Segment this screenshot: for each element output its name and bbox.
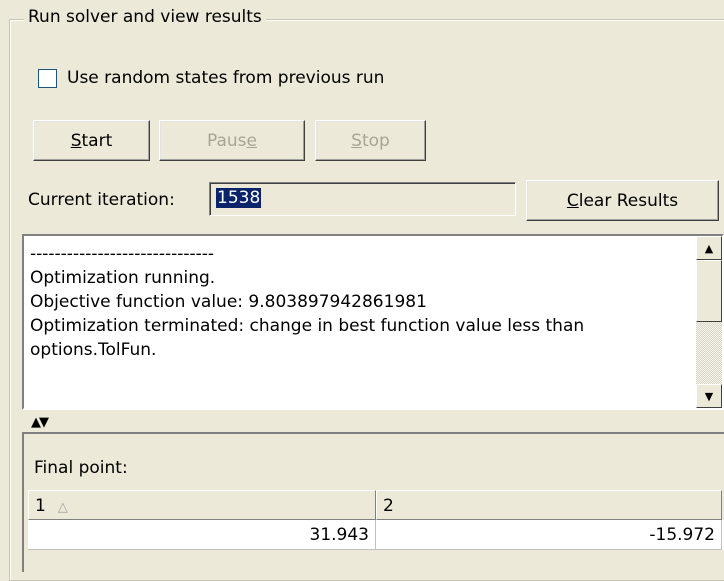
clear-results-button[interactable]: Clear Results bbox=[526, 180, 719, 221]
current-iteration-field[interactable]: 1538 bbox=[209, 182, 516, 216]
output-log[interactable]: ------------------------------ Optimizati… bbox=[22, 234, 724, 410]
current-iteration-value: 1538 bbox=[216, 188, 262, 208]
checkbox-label: Use random states from previous run bbox=[67, 68, 385, 88]
pane-splitter[interactable]: ▲ ▼ bbox=[22, 412, 724, 432]
column-header-1[interactable]: 1 △ bbox=[28, 490, 376, 520]
final-point-table: 1 △ 2 31.943 -15.972 bbox=[28, 490, 724, 550]
stop-button[interactable]: Stop bbox=[315, 120, 426, 161]
splitter-down-icon[interactable]: ▼ bbox=[39, 415, 49, 430]
splitter-up-icon[interactable]: ▲ bbox=[31, 415, 41, 430]
scroll-thumb[interactable] bbox=[696, 260, 722, 322]
scroll-down-icon[interactable]: ▼ bbox=[696, 384, 722, 408]
scroll-up-icon[interactable]: ▲ bbox=[696, 236, 722, 260]
checkbox-box[interactable] bbox=[38, 68, 57, 88]
random-states-checkbox[interactable]: Use random states from previous run bbox=[38, 68, 384, 88]
start-button[interactable]: Start bbox=[33, 120, 150, 161]
log-text: ------------------------------ Optimizati… bbox=[30, 244, 585, 360]
group-title: Run solver and view results bbox=[24, 7, 266, 27]
pause-button[interactable]: Paus e bbox=[159, 120, 305, 161]
final-point-label: Final point: bbox=[34, 458, 128, 478]
table-cell[interactable]: -15.972 bbox=[376, 520, 722, 550]
table-cell[interactable]: 31.943 bbox=[28, 520, 376, 550]
log-vertical-scrollbar[interactable]: ▲ ▼ bbox=[696, 236, 722, 408]
table-row[interactable]: 31.943 -15.972 bbox=[28, 520, 724, 550]
column-header-2[interactable]: 2 bbox=[376, 490, 722, 520]
sort-ascending-icon: △ bbox=[57, 500, 68, 515]
results-panel: Final point: 1 △ 2 31.943 -15.972 bbox=[22, 432, 724, 572]
current-iteration-label: Current iteration: bbox=[28, 190, 175, 210]
